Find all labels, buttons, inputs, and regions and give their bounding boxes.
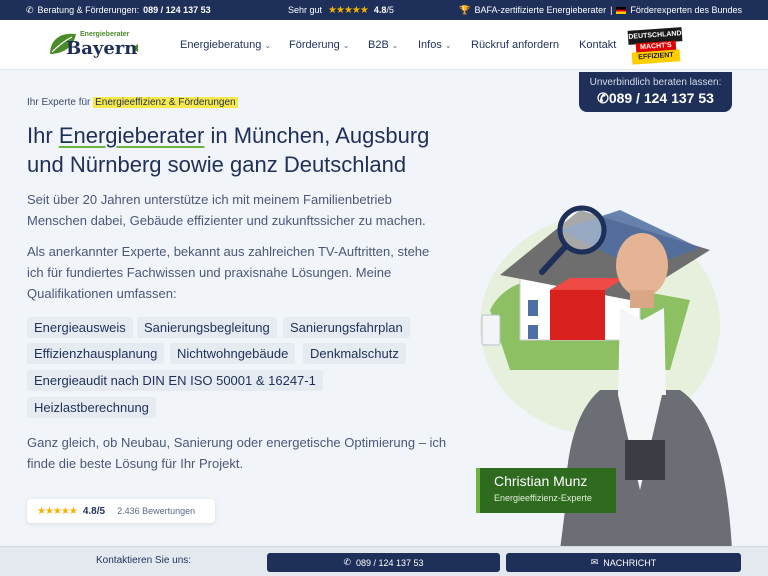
nav-label: Energieberatung xyxy=(180,39,262,51)
bottombar-label: Kontaktieren Sie uns: xyxy=(96,555,192,566)
callbox-label: Unverbindlich beraten lassen: xyxy=(589,77,722,88)
rating-value: 4.8/5 xyxy=(82,505,106,517)
person-name: Christian Munz xyxy=(494,473,588,489)
closing-paragraph: Ganz gleich, ob Neubau, Sanierung oder e… xyxy=(27,435,447,471)
message-button-label: NACHRICHT xyxy=(603,557,657,568)
topbar-rating-value: 4.8 xyxy=(373,5,387,15)
eyebrow-prefix: Ihr Experte für xyxy=(27,97,91,108)
nav-kontakt[interactable]: Kontakt xyxy=(579,39,616,51)
call-button-label: 089 / 124 137 53 xyxy=(355,557,424,568)
contact-bottom-bar: Kontaktieren Sie uns: ✆ 089 / 124 137 53… xyxy=(0,546,768,576)
nav-foerderung[interactable]: Förderung ⌄ xyxy=(289,39,349,51)
topbar-bafa: BAFA-zertifizierte Energieberater xyxy=(474,5,607,15)
phone-icon: ✆ xyxy=(597,90,609,106)
trophy-icon: 🏆 xyxy=(459,4,471,15)
phone-icon: ✆ xyxy=(26,4,34,15)
qualification-paragraph: Als anerkannter Experte, bekannt aus zah… xyxy=(27,244,430,301)
rating-count: 2.436 Bewertungen xyxy=(117,506,196,516)
site-header: Energieberater Bayern Energieberatung ⌄ F… xyxy=(0,20,768,70)
person-name-card: Christian Munz Energieeffizienz-Experte xyxy=(476,468,616,513)
message-button[interactable]: ✉ NACHRICHT xyxy=(506,553,741,572)
eyebrow-highlight: Energieeffizienz & Förderungen xyxy=(93,97,238,108)
call-button[interactable]: ✆ 089 / 124 137 53 xyxy=(267,553,500,572)
nav-label: Rückruf anfordern xyxy=(471,39,560,51)
topbar-rating-max: /5 xyxy=(386,5,394,15)
topbar-consult-phone[interactable]: 089 / 124 137 53 xyxy=(143,5,211,15)
tag-sanierungsfahrplan[interactable]: Sanierungsfahrplan xyxy=(283,317,410,338)
badge-line3: EFFIZIENT xyxy=(631,49,681,65)
topbar-rating: Sehr gut ★★★★★ 4.8/5 xyxy=(288,5,394,16)
nav-infos[interactable]: Infos ⌄ xyxy=(418,39,452,51)
logo-small-text: Energieberater xyxy=(80,31,130,38)
top-info-bar: ✆ Beratung & Förderungen: 089 / 124 137 … xyxy=(0,0,768,20)
tag-effizienzhausplanung[interactable]: Effizienzhausplanung xyxy=(27,343,165,364)
topbar-rating-label: Sehr gut xyxy=(288,5,323,15)
nav-label: Kontakt xyxy=(579,39,617,51)
topbar-consult[interactable]: ✆ Beratung & Förderungen: 089 / 124 137 … xyxy=(26,5,211,16)
callback-box[interactable]: Unverbindlich beraten lassen: ✆089 / 124… xyxy=(579,72,732,112)
tag-heizlastberechnung[interactable]: Heizlastberechnung xyxy=(27,397,156,418)
tag-energieaudit[interactable]: Energieaudit nach DIN EN ISO 50001 & 162… xyxy=(27,370,323,391)
logo-big-text: Bayern xyxy=(66,38,138,59)
nav-label: Infos xyxy=(418,39,442,51)
topbar-separator: | xyxy=(610,5,613,15)
intro-paragraph: Seit über 20 Jahren unterstütze ich mit … xyxy=(27,192,426,228)
envelope-icon: ✉ xyxy=(590,557,599,567)
phone-icon: ✆ xyxy=(343,557,351,567)
person-role: Energieeffizienz-Experte xyxy=(494,493,592,503)
hero-eyebrow: Ihr Experte für Energieeffizienz & Förde… xyxy=(27,97,238,108)
site-logo[interactable]: Energieberater Bayern xyxy=(46,28,142,62)
tag-denkmalschutz[interactable]: Denkmalschutz xyxy=(303,343,406,364)
topbar-consult-label: Beratung & Förderungen: xyxy=(37,5,140,15)
chevron-down-icon: ⌄ xyxy=(391,40,399,50)
tag-nichtwohngebaeude[interactable]: Nichtwohngebäude xyxy=(170,343,296,364)
nav-b2b[interactable]: B2B ⌄ xyxy=(368,39,399,51)
star-rating-icon: ★★★★★ xyxy=(37,505,78,517)
chevron-down-icon: ⌄ xyxy=(342,40,350,50)
nav-rueckruf[interactable]: Rückruf anfordern xyxy=(471,39,559,51)
chevron-down-icon: ⌄ xyxy=(444,40,452,50)
nav-label: B2B xyxy=(368,39,389,51)
title-part1: Ihr xyxy=(27,123,53,148)
tag-sanierungsbegleitung[interactable]: Sanierungsbegleitung xyxy=(137,317,277,338)
topbar-experts: Förderexperten des Bundes xyxy=(630,5,742,15)
german-flag-icon xyxy=(616,6,627,14)
deutschland-effizient-badge: DEUTSCHLAND MACHT'S EFFIZIENT xyxy=(627,25,684,65)
page-title: Ihr Energieberater in München, Augsburg … xyxy=(27,121,457,179)
title-highlight: Energieberater xyxy=(58,123,205,148)
nav-energieberatung[interactable]: Energieberatung ⌄ xyxy=(180,39,271,51)
nav-label: Förderung xyxy=(289,39,340,51)
tag-energieausweis[interactable]: Energieausweis xyxy=(27,317,133,338)
star-rating-icon: ★★★★★ xyxy=(328,4,369,16)
rating-widget[interactable]: ★★★★★ 4.8/5 2.436 Bewertungen xyxy=(27,499,215,523)
topbar-certification: 🏆 BAFA-zertifizierte Energieberater | Fö… xyxy=(459,5,742,16)
callbox-phone[interactable]: 089 / 124 137 53 xyxy=(609,90,714,106)
chevron-down-icon: ⌄ xyxy=(264,40,272,50)
